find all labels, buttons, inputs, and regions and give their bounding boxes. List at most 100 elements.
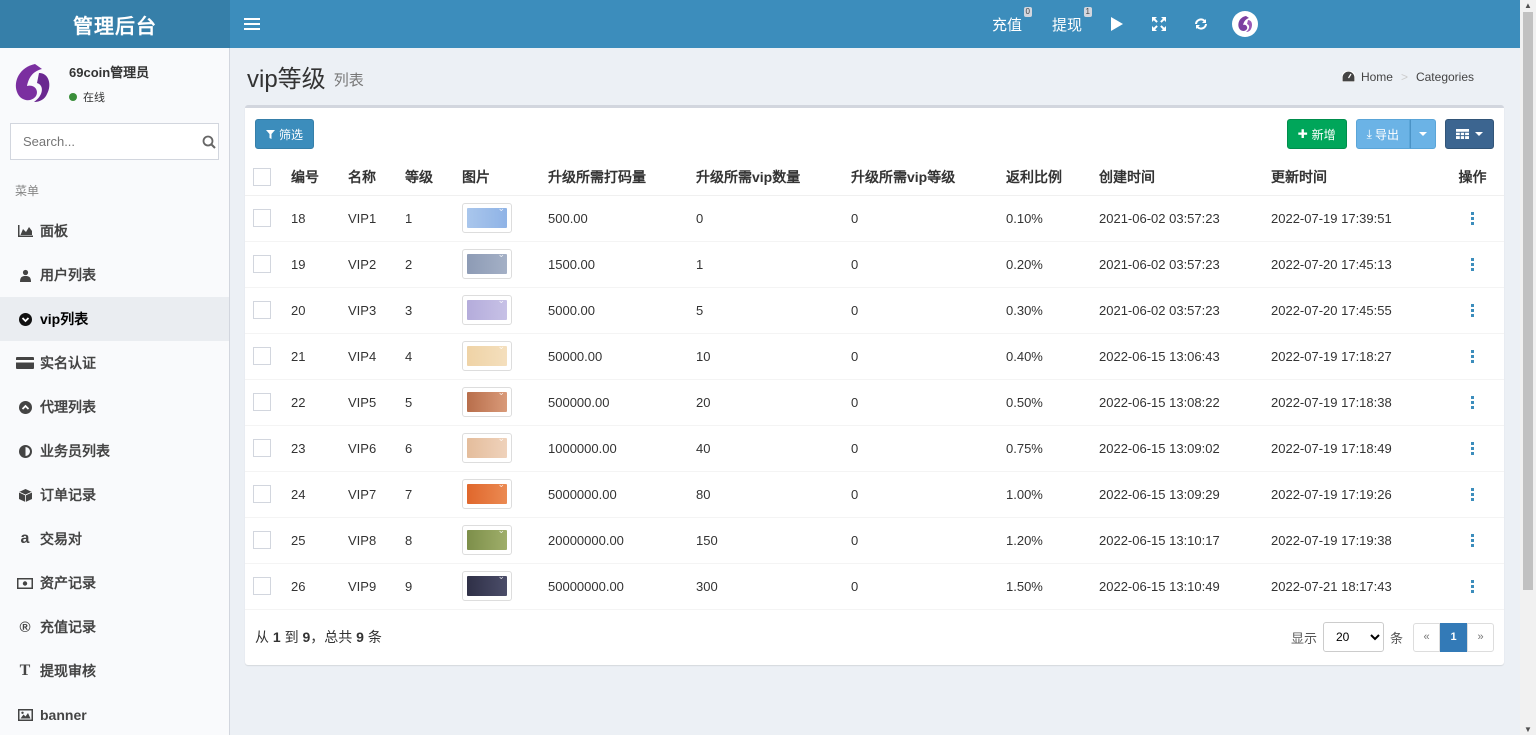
vip-thumbnail[interactable] bbox=[462, 387, 512, 417]
more-actions-icon[interactable] bbox=[1468, 349, 1478, 363]
sidebar-item-0[interactable]: 面板 bbox=[0, 209, 229, 253]
cell-level: 1 bbox=[405, 195, 462, 242]
scroll-down-icon[interactable]: ▼ bbox=[1524, 725, 1532, 734]
col-header-vip-level[interactable]: 升级所需vip等级 bbox=[851, 160, 1006, 196]
col-header-image[interactable]: 图片 bbox=[462, 160, 548, 196]
cell-vip-count: 80 bbox=[696, 471, 851, 518]
more-actions-icon[interactable] bbox=[1468, 487, 1478, 501]
row-checkbox[interactable] bbox=[253, 577, 271, 595]
sidebar-item-1[interactable]: 用户列表 bbox=[0, 253, 229, 297]
cell-level: 9 bbox=[405, 563, 462, 610]
more-actions-icon[interactable] bbox=[1468, 257, 1478, 271]
vip-thumbnail[interactable] bbox=[462, 341, 512, 371]
col-header-created[interactable]: 创建时间 bbox=[1099, 160, 1271, 196]
vip-thumbnail[interactable] bbox=[462, 479, 512, 509]
cell-updated: 2022-07-19 17:18:49 bbox=[1271, 425, 1441, 472]
columns-toggle-button[interactable] bbox=[1445, 119, 1494, 149]
cell-id: 23 bbox=[291, 425, 348, 472]
breadcrumb: Home > Categories bbox=[1341, 70, 1474, 84]
table-row[interactable]: 24VIP77 5000000.008001.00%2022-06-15 13:0… bbox=[245, 471, 1504, 518]
row-checkbox[interactable] bbox=[253, 531, 271, 549]
table-row[interactable]: 26VIP99 50000000.0030001.50%2022-06-15 13… bbox=[245, 563, 1504, 610]
recharge-label: 充值 bbox=[991, 16, 1022, 34]
next-page-button[interactable]: » bbox=[1467, 622, 1494, 652]
table-row[interactable]: 20VIP33 5000.00500.30%2021-06-02 03:57:23… bbox=[245, 287, 1504, 334]
row-checkbox[interactable] bbox=[253, 347, 271, 365]
col-header-bet[interactable]: 升级所需打码量 bbox=[548, 160, 696, 196]
scroll-up-icon[interactable]: ▲ bbox=[1524, 1, 1532, 10]
per-page-select[interactable]: 20 bbox=[1322, 622, 1384, 652]
vip-thumbnail[interactable] bbox=[462, 571, 512, 601]
scrollbar-thumb[interactable] bbox=[1523, 12, 1533, 590]
vip-thumbnail[interactable] bbox=[462, 295, 512, 325]
sidebar-item-9[interactable]: ® 充值记录 bbox=[0, 605, 229, 649]
vip-thumbnail[interactable] bbox=[462, 525, 512, 555]
summary-total: 9 bbox=[356, 629, 364, 645]
select-all-checkbox[interactable] bbox=[253, 168, 271, 187]
sidebar-item-10[interactable]: T 提现审核 bbox=[0, 649, 229, 693]
avatar-logo[interactable] bbox=[1232, 11, 1258, 37]
col-header-vip-count[interactable]: 升级所需vip数量 bbox=[696, 160, 851, 196]
row-checkbox[interactable] bbox=[253, 209, 271, 227]
vip-thumbnail[interactable] bbox=[462, 249, 512, 279]
sidebar-item-5[interactable]: 业务员列表 bbox=[0, 429, 229, 473]
filter-button[interactable]: 筛选 bbox=[255, 119, 315, 149]
more-actions-icon[interactable] bbox=[1468, 441, 1478, 455]
row-checkbox[interactable] bbox=[253, 439, 271, 457]
main-content: vip等级 列表 Home > Categories 筛选 ✚ 新增 ⤓ 导出 bbox=[231, 48, 1520, 735]
col-header-level[interactable]: 等级 bbox=[405, 160, 462, 196]
page-1-button[interactable]: 1 bbox=[1440, 622, 1467, 652]
col-header-rebate[interactable]: 返利比例 bbox=[1006, 160, 1099, 196]
recharge-link[interactable]: 充值 0 bbox=[986, 6, 1032, 35]
col-header-name[interactable]: 名称 bbox=[348, 160, 405, 196]
cell-bet: 50000.00 bbox=[548, 333, 696, 380]
table-row[interactable]: 18VIP11500.00000.10%2021-06-02 03:57:232… bbox=[245, 195, 1504, 242]
search-icon[interactable] bbox=[199, 135, 218, 149]
breadcrumb-home[interactable]: Home bbox=[1361, 70, 1393, 84]
more-actions-icon[interactable] bbox=[1468, 211, 1478, 225]
money-icon bbox=[16, 574, 34, 592]
play-icon[interactable] bbox=[1096, 0, 1138, 48]
vip-thumbnail[interactable] bbox=[462, 203, 512, 233]
sidebar-item-2[interactable]: vip列表 bbox=[0, 297, 229, 341]
col-header-id[interactable]: 编号 bbox=[291, 160, 348, 196]
row-checkbox[interactable] bbox=[253, 255, 271, 273]
vip-thumbnail[interactable] bbox=[462, 433, 512, 463]
add-button[interactable]: ✚ 新增 bbox=[1286, 119, 1347, 149]
export-button[interactable]: ⤓ 导出 bbox=[1355, 119, 1410, 149]
app-title[interactable]: 管理后台 bbox=[0, 0, 230, 48]
refresh-icon[interactable] bbox=[1180, 0, 1222, 48]
fullscreen-icon[interactable] bbox=[1138, 0, 1180, 48]
export-dropdown-toggle[interactable] bbox=[1410, 119, 1436, 149]
sidebar-item-3[interactable]: 实名认证 bbox=[0, 341, 229, 385]
sidebar-item-8[interactable]: 资产记录 bbox=[0, 561, 229, 605]
sidebar-toggle-icon[interactable] bbox=[244, 18, 260, 30]
row-checkbox[interactable] bbox=[253, 393, 271, 411]
more-actions-icon[interactable] bbox=[1468, 303, 1478, 317]
table-row[interactable]: 22VIP55 500000.002000.50%2022-06-15 13:08… bbox=[245, 379, 1504, 426]
sidebar-item-label: 订单记录 bbox=[40, 487, 96, 503]
more-actions-icon[interactable] bbox=[1468, 579, 1478, 593]
sidebar-item-4[interactable]: 代理列表 bbox=[0, 385, 229, 429]
table-row[interactable]: 25VIP88 20000000.0015001.20%2022-06-15 13… bbox=[245, 517, 1504, 564]
col-header-updated[interactable]: 更新时间 bbox=[1271, 160, 1441, 196]
cell-rebate: 0.40% bbox=[1006, 333, 1099, 380]
cell-id: 24 bbox=[291, 471, 348, 518]
more-actions-icon[interactable] bbox=[1468, 533, 1478, 547]
cell-image bbox=[462, 287, 548, 334]
more-actions-icon[interactable] bbox=[1468, 395, 1478, 409]
row-checkbox[interactable] bbox=[253, 485, 271, 503]
row-checkbox[interactable] bbox=[253, 301, 271, 319]
search-input[interactable] bbox=[11, 124, 199, 159]
sidebar-item-7[interactable]: a 交易对 bbox=[0, 517, 229, 561]
withdraw-link[interactable]: 提现 1 bbox=[1046, 6, 1092, 35]
chevron-down-icon bbox=[1419, 132, 1427, 136]
prev-page-button[interactable]: « bbox=[1413, 622, 1440, 652]
page-scrollbar[interactable]: ▲ ▼ bbox=[1520, 0, 1536, 735]
table-toolbar: 筛选 ✚ 新增 ⤓ 导出 bbox=[245, 108, 1504, 160]
sidebar-item-11[interactable]: banner bbox=[0, 693, 229, 735]
table-row[interactable]: 21VIP44 50000.001000.40%2022-06-15 13:06:… bbox=[245, 333, 1504, 380]
table-row[interactable]: 19VIP22 1500.00100.20%2021-06-02 03:57:23… bbox=[245, 241, 1504, 288]
table-row[interactable]: 23VIP66 1000000.004000.75%2022-06-15 13:0… bbox=[245, 425, 1504, 472]
sidebar-item-6[interactable]: 订单记录 bbox=[0, 473, 229, 517]
